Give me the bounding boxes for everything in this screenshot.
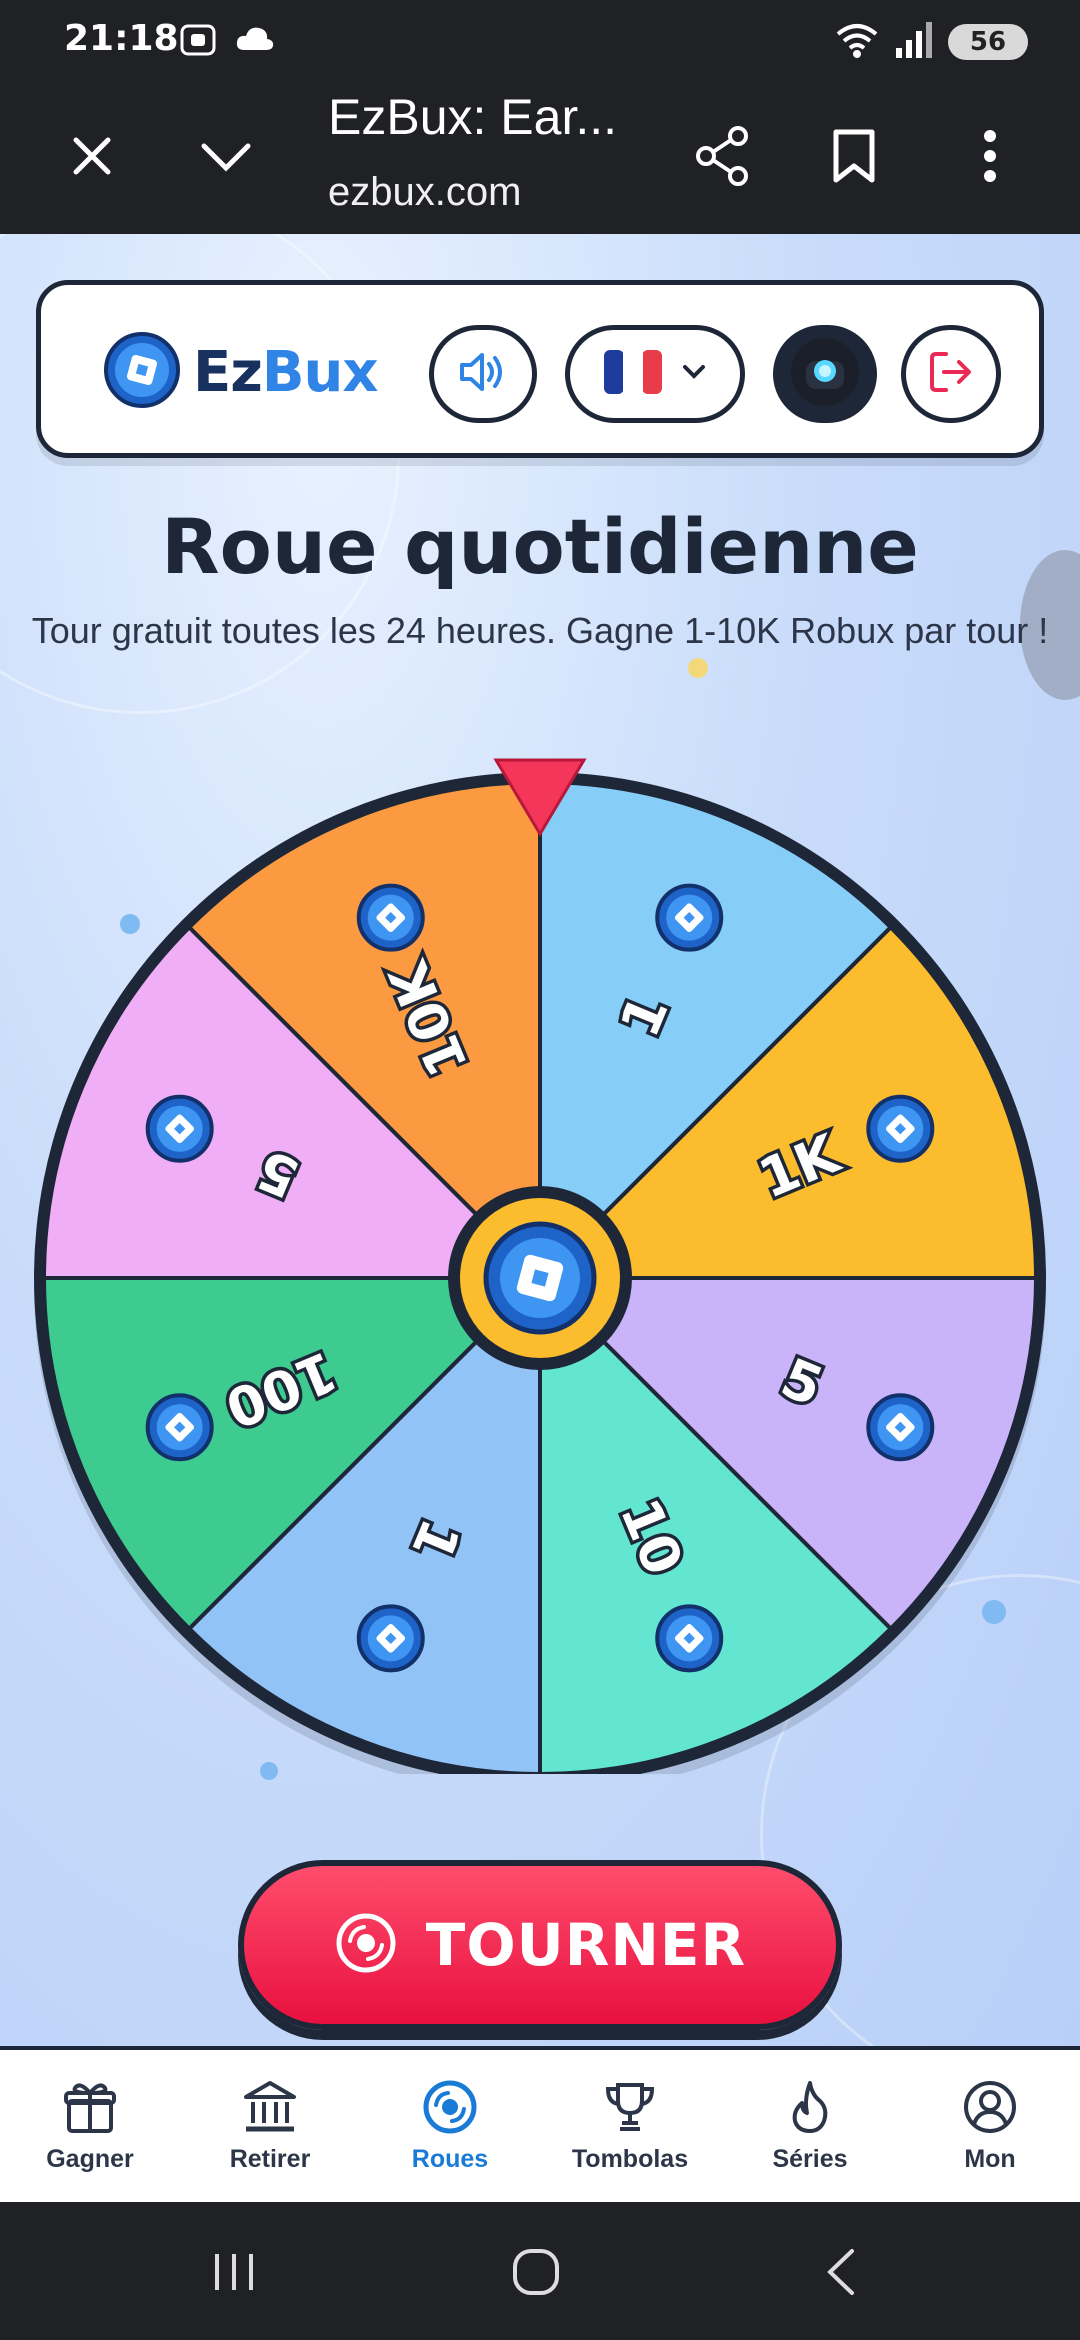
trophy-icon — [602, 2079, 658, 2139]
signal-icon — [894, 20, 934, 64]
share-button[interactable] — [682, 118, 762, 198]
nav-item-gagner[interactable]: Gagner — [0, 2050, 180, 2202]
gift-icon — [62, 2079, 118, 2139]
nav-label-gagner: Gagner — [46, 2144, 134, 2173]
nav-item-roues[interactable]: Roues — [360, 2050, 540, 2202]
logout-button[interactable] — [901, 325, 1001, 423]
chevron-down-icon — [682, 364, 706, 384]
nav-item-series[interactable]: Séries — [720, 2050, 900, 2202]
back-icon — [822, 2247, 858, 2301]
status-time: 21:18 — [64, 18, 179, 59]
robux-coin-icon — [356, 1604, 425, 1673]
prize-wheel-graphic: 11K5101100510K — [34, 758, 1046, 1774]
logo-text-bux: Bux — [261, 339, 379, 405]
recent-apps-icon — [209, 2250, 259, 2298]
home-button[interactable] — [496, 2234, 576, 2314]
bottom-navigation: Gagner Retirer Roues Tombolas Séries Mon — [0, 2046, 1080, 2202]
page-subtitle: Tour gratuit toutes les 24 heures. Gagne… — [31, 610, 1049, 651]
browser-toolbar: EzBux: Ear... ezbux.com — [0, 78, 1080, 234]
back-button[interactable] — [800, 2234, 880, 2314]
collapse-button[interactable] — [186, 118, 266, 198]
close-icon — [70, 134, 114, 182]
nav-item-tombolas[interactable]: Tombolas — [540, 2050, 720, 2202]
close-button[interactable] — [52, 118, 132, 198]
logo-text-ez: Ez — [193, 339, 263, 405]
robux-coin-icon — [145, 1094, 214, 1163]
sound-toggle-button[interactable] — [429, 325, 537, 423]
bank-icon — [242, 2079, 298, 2139]
battery-indicator: 56 — [948, 24, 1028, 60]
nav-label-mon: Mon — [964, 2144, 1016, 2173]
ezbux-logo[interactable]: EzBux — [103, 331, 379, 413]
screenshot-icon — [178, 22, 218, 62]
language-select[interactable] — [565, 325, 745, 423]
nav-item-mon[interactable]: Mon — [900, 2050, 1080, 2202]
more-vertical-icon — [982, 128, 998, 188]
robux-coin-icon — [145, 1393, 214, 1462]
user-icon — [962, 2079, 1018, 2139]
url-text[interactable]: ezbux.com — [328, 170, 521, 215]
app-header: EzBux — [36, 280, 1044, 458]
nav-label-roues: Roues — [411, 2144, 489, 2173]
wheel-icon — [422, 2079, 478, 2139]
nav-label-series: Séries — [772, 2144, 848, 2173]
nav-label-tombolas: Tombolas — [571, 2144, 689, 2173]
share-icon — [694, 126, 750, 190]
page-title: Roue quotidienne — [161, 502, 919, 591]
spin-button-label: TOURNER — [425, 1911, 747, 1979]
avatar[interactable] — [773, 325, 877, 423]
prize-wheel[interactable]: 1 1K 5 10 1 100 5 10K — [0, 754, 1080, 1774]
system-navigation-bar — [0, 2202, 1080, 2340]
spin-button[interactable]: TOURNER — [238, 1860, 842, 2030]
more-menu-button[interactable] — [950, 118, 1030, 198]
logout-icon — [928, 350, 974, 398]
flame-icon — [782, 2079, 838, 2139]
nav-label-retirer: Retirer — [229, 2144, 311, 2173]
recent-apps-button[interactable] — [194, 2234, 274, 2314]
home-icon — [511, 2247, 561, 2301]
flag-france-icon — [604, 350, 662, 398]
bookmark-button[interactable] — [814, 118, 894, 198]
robux-coin-icon — [866, 1393, 935, 1462]
page-tab-title: EzBux: Ear... — [328, 89, 618, 145]
robux-coin-icon — [866, 1094, 935, 1163]
avatar-robot-icon — [790, 337, 860, 411]
status-bar: 21:18 56 — [0, 0, 1080, 78]
robux-coin-icon — [356, 883, 425, 952]
robux-coin-icon — [655, 883, 724, 952]
robux-coin-icon — [103, 331, 181, 413]
spin-icon — [334, 1911, 398, 1979]
nav-item-retirer[interactable]: Retirer — [180, 2050, 360, 2202]
wifi-icon — [834, 20, 880, 64]
cloud-icon — [234, 22, 276, 62]
web-page: EzBux Roue quotidienne Tour gratuit tout… — [0, 234, 1080, 2046]
wheel-hub — [448, 1186, 632, 1370]
robux-coin-icon — [655, 1604, 724, 1673]
speaker-icon — [458, 350, 508, 398]
chevron-down-icon — [200, 140, 252, 176]
bookmark-icon — [832, 128, 876, 188]
